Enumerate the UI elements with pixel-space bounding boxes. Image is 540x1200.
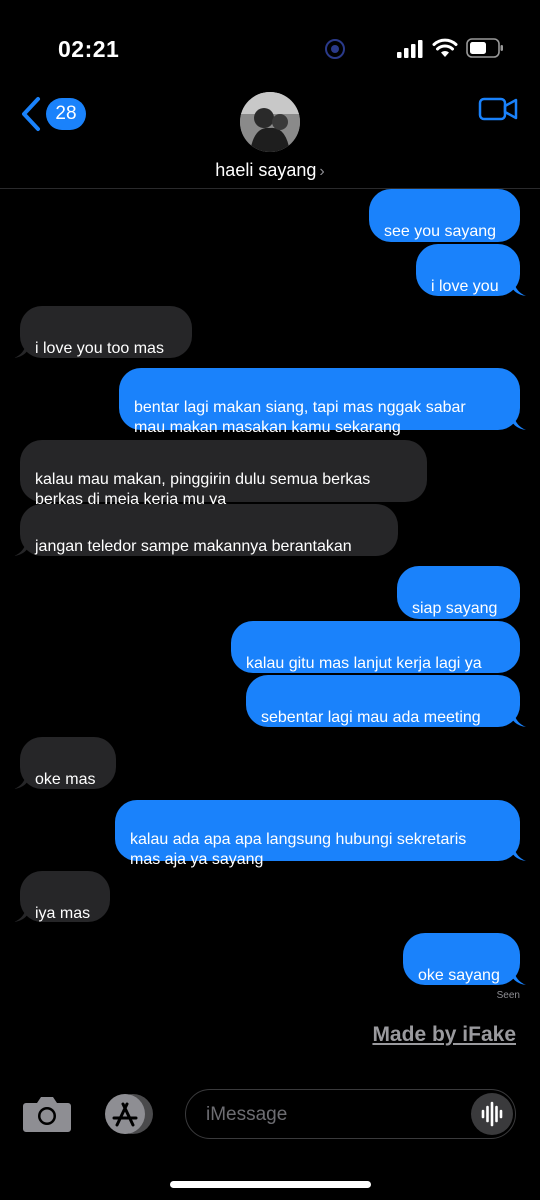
message-text: see you sayang [384, 223, 497, 240]
message-text: jangan teledor sampe makannya berantakan [35, 538, 352, 555]
message-text: oke mas [35, 771, 96, 788]
message-outgoing[interactable]: sebentar lagi mau ada meeting [246, 675, 526, 727]
message-incoming[interactable]: jangan teledor sampe makannya berantakan [14, 504, 398, 556]
message-outgoing[interactable]: kalau gitu mas lanjut kerja lagi ya [231, 621, 520, 673]
message-outgoing[interactable]: i love you [416, 244, 526, 296]
message-composer [185, 1089, 516, 1139]
message-outgoing[interactable]: siap sayang [397, 566, 520, 619]
message-text: iya mas [35, 905, 91, 922]
camera-icon[interactable] [22, 1094, 72, 1134]
message-text: kalau gitu mas lanjut kerja lagi ya [246, 655, 482, 672]
message-outgoing[interactable]: see you sayang [369, 189, 520, 242]
message-outgoing[interactable]: bentar lagi makan siang, tapi mas nggak … [119, 368, 526, 436]
message-text: oke sayang [418, 967, 500, 984]
bubble-tail [510, 713, 526, 727]
seen-receipt: Seen [496, 990, 520, 1001]
message-outgoing[interactable]: kalau ada apa apa langsung hubungi sekre… [115, 800, 526, 868]
home-indicator [170, 1181, 371, 1188]
app-store-icon[interactable] [100, 1093, 158, 1135]
message-text: kalau mau makan, pinggirin dulu semua be… [35, 471, 371, 508]
bubble-tail [510, 416, 526, 430]
bubble-tail [14, 344, 30, 358]
conversation: see you sayang i love you i love you too… [0, 0, 540, 1000]
bubble-tail [510, 847, 526, 861]
message-incoming[interactable]: kalau mau makan, pinggirin dulu semua be… [20, 440, 427, 508]
message-text: i love you too mas [35, 340, 164, 357]
message-outgoing[interactable]: oke sayang [403, 933, 526, 985]
bubble-tail [14, 908, 30, 922]
audio-button[interactable] [471, 1093, 513, 1135]
message-input[interactable] [204, 1098, 458, 1132]
message-incoming[interactable]: oke mas [14, 737, 116, 789]
message-text: i love you [431, 278, 499, 295]
message-incoming[interactable]: i love you too mas [14, 306, 192, 358]
message-text: kalau ada apa apa langsung hubungi sekre… [130, 831, 467, 868]
bubble-tail [510, 971, 526, 985]
bubble-tail [510, 282, 526, 296]
message-text: siap sayang [412, 600, 498, 617]
audio-waveform-icon [481, 1101, 503, 1127]
message-incoming[interactable]: iya mas [14, 871, 110, 922]
watermark-link[interactable]: Made by iFake [372, 1023, 516, 1047]
bubble-tail [14, 775, 30, 789]
bubble-tail [14, 542, 30, 556]
message-text: sebentar lagi mau ada meeting [261, 709, 481, 726]
message-text: bentar lagi makan siang, tapi mas nggak … [134, 399, 466, 436]
